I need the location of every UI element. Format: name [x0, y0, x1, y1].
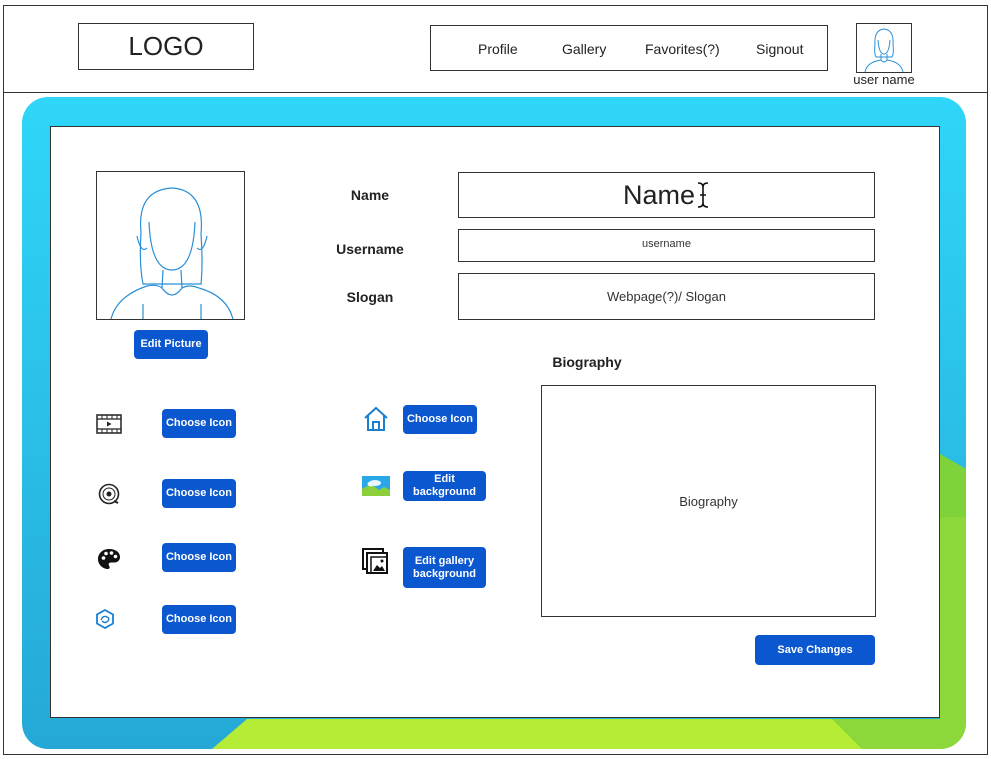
edit-picture-button[interactable]: Edit Picture: [134, 330, 208, 359]
slogan-input-value: Webpage(?)/ Slogan: [606, 289, 726, 304]
hexagon-badge-icon: [95, 609, 115, 629]
profile-person-icon: [110, 187, 234, 320]
edit-gallery-background-button[interactable]: Edit gallery background: [403, 547, 486, 588]
username-input-value: username: [642, 237, 691, 250]
slogan-input[interactable]: Webpage(?)/ Slogan: [458, 273, 875, 320]
slogan-label: Slogan: [346, 289, 394, 305]
choose-icon-button-home[interactable]: Choose Icon: [403, 405, 477, 434]
nav-favorites[interactable]: Favorites(?): [645, 41, 720, 57]
header-divider: [3, 92, 988, 93]
logo[interactable]: LOGO: [78, 23, 254, 70]
user-name-label: user name: [853, 72, 915, 87]
film-icon: [96, 414, 122, 434]
choose-icon-button-record[interactable]: Choose Icon: [162, 479, 236, 508]
choose-icon-button-palette[interactable]: Choose Icon: [162, 543, 236, 572]
biography-value: Biography: [679, 493, 738, 509]
gallery-stack-icon: [362, 548, 390, 576]
save-changes-button[interactable]: Save Changes: [755, 635, 875, 665]
choose-icon-button-hexagon[interactable]: Choose Icon: [162, 605, 236, 634]
top-nav: Profile Gallery Favorites(?) Signout: [430, 25, 828, 71]
edit-background-button[interactable]: Edit background: [403, 471, 486, 501]
avatar-person-icon: [864, 28, 904, 73]
palette-icon: [97, 548, 121, 570]
vinyl-record-icon: [98, 483, 120, 505]
profile-picture: [96, 171, 245, 320]
name-label: Name: [350, 187, 390, 203]
text-cursor-icon: [697, 182, 709, 208]
name-input-value: Name: [622, 179, 696, 210]
biography-label: Biography: [552, 354, 622, 370]
nav-profile[interactable]: Profile: [478, 41, 518, 57]
name-input[interactable]: Name: [458, 172, 875, 218]
user-avatar[interactable]: [856, 23, 912, 73]
landscape-image-icon: [362, 476, 390, 496]
username-label: Username: [336, 241, 404, 257]
username-input[interactable]: username: [458, 229, 875, 262]
choose-icon-button-film[interactable]: Choose Icon: [162, 409, 236, 438]
biography-textarea[interactable]: Biography: [541, 385, 876, 617]
nav-gallery[interactable]: Gallery: [562, 41, 606, 57]
home-icon: [363, 406, 389, 432]
logo-text: LOGO: [128, 31, 204, 61]
nav-signout[interactable]: Signout: [756, 41, 803, 57]
